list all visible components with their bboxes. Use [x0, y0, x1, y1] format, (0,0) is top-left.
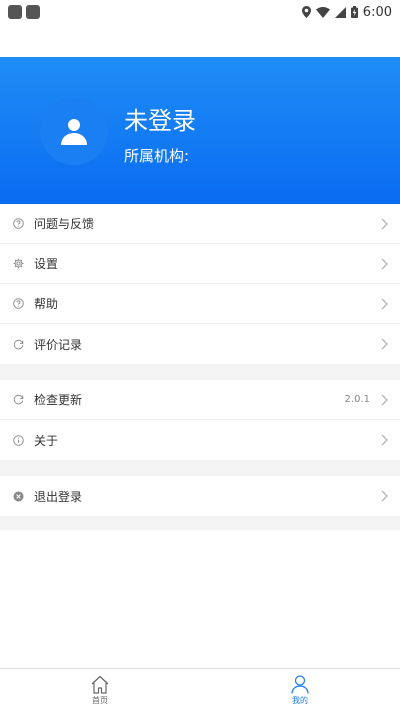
- status-bar: 6:00: [0, 0, 400, 24]
- menu-item-feedback[interactable]: 问题与反馈: [0, 204, 400, 244]
- question-icon: [13, 218, 24, 229]
- menu-item-help[interactable]: 帮助: [0, 284, 400, 324]
- wifi-icon: [315, 6, 330, 18]
- chevron-right-icon: [381, 258, 388, 270]
- menu-item-label: 问题与反馈: [34, 217, 95, 231]
- menu-group-primary: 问题与反馈 设置 帮助 评价记录: [0, 204, 400, 364]
- close-circle-icon: [13, 491, 24, 502]
- menu-item-review-history[interactable]: 评价记录: [0, 324, 400, 364]
- menu-item-label: 退出登录: [34, 489, 83, 504]
- chevron-right-icon: [381, 394, 388, 406]
- notification-icon: [26, 5, 40, 19]
- menu-item-label: 检查更新: [34, 393, 83, 407]
- info-icon: [13, 434, 24, 446]
- version-number: 2.0.1: [344, 394, 370, 405]
- question-icon: [13, 298, 24, 309]
- chevron-right-icon: [381, 434, 388, 446]
- home-icon: [91, 675, 109, 694]
- signal-icon: [334, 6, 346, 18]
- notification-icons: [8, 5, 40, 19]
- chevron-right-icon: [381, 218, 388, 230]
- tab-label: 首页: [92, 695, 108, 705]
- tab-label: 我的: [292, 695, 308, 705]
- clock: 6:00: [362, 4, 392, 20]
- organization-label: 所属机构:: [124, 147, 190, 165]
- gear-icon: [13, 258, 24, 269]
- menu-item-label: 设置: [34, 257, 59, 271]
- person-icon: [291, 674, 309, 694]
- section-divider: [0, 364, 400, 380]
- location-icon: [301, 6, 311, 18]
- profile-header: 未登录 所属机构:: [0, 57, 400, 204]
- battery-icon: [350, 6, 358, 18]
- chevron-right-icon: [381, 298, 388, 310]
- menu-group-app: 检查更新 2.0.1 关于: [0, 380, 400, 460]
- refresh-icon: [13, 394, 24, 405]
- refresh-icon: [13, 339, 24, 350]
- menu-item-check-update[interactable]: 检查更新 2.0.1: [0, 380, 400, 420]
- menu-item-label: 帮助: [34, 297, 59, 311]
- menu-item-label: 关于: [34, 433, 59, 448]
- menu-item-settings[interactable]: 设置: [0, 244, 400, 284]
- avatar[interactable]: [40, 97, 108, 165]
- menu-item-logout[interactable]: 退出登录: [0, 476, 400, 516]
- section-divider: [0, 516, 400, 530]
- menu-item-about[interactable]: 关于: [0, 420, 400, 460]
- person-icon: [61, 119, 87, 145]
- tab-mine[interactable]: 我的: [200, 669, 400, 711]
- system-icons: 6:00: [301, 4, 392, 20]
- section-divider: [0, 460, 400, 476]
- menu-item-label: 评价记录: [34, 337, 83, 352]
- tab-home[interactable]: 首页: [0, 669, 200, 711]
- chevron-right-icon: [381, 490, 388, 502]
- notification-icon: [8, 5, 22, 19]
- chevron-right-icon: [381, 338, 388, 350]
- toolbar: [0, 24, 400, 57]
- username[interactable]: 未登录: [124, 101, 196, 136]
- bottom-tab-bar: 首页 我的: [0, 668, 400, 711]
- menu-group-account: 退出登录: [0, 476, 400, 516]
